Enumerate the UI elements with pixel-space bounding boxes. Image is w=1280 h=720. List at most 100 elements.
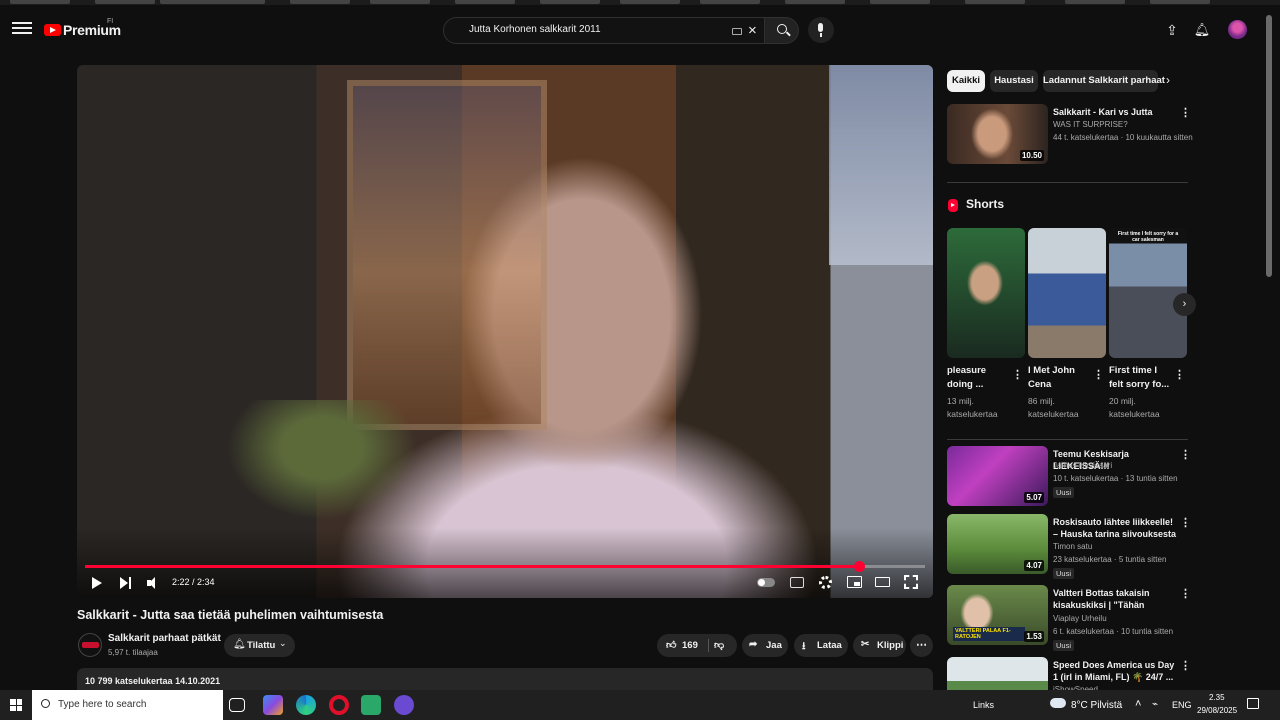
scissors-icon: ✂ xyxy=(861,639,870,650)
short-thumbnail: First time I felt sorry for a car salesm… xyxy=(1109,228,1187,358)
chip-kaikki[interactable]: Kaikki xyxy=(947,70,985,92)
clock-date[interactable]: 29/08/2025 xyxy=(1197,706,1237,715)
opera-browser-icon[interactable] xyxy=(329,695,349,715)
rec-title: Speed Does America us Day 1 (irl in Miam… xyxy=(1053,660,1175,682)
short-caption: First time I felt sorry for a car salesm… xyxy=(1117,231,1179,243)
masthead: Premium FI Jutta Korhonen salkkarit 2011… xyxy=(0,5,1265,55)
chevron-right-icon[interactable]: › xyxy=(1173,293,1196,316)
fullscreen-icon[interactable] xyxy=(904,575,918,589)
progress-bar[interactable] xyxy=(85,561,925,572)
recommended-video[interactable]: 4.07 Roskisauto lähtee liikkeelle! – Hau… xyxy=(947,514,1192,579)
channel-avatar[interactable] xyxy=(78,633,102,657)
more-vert-icon[interactable]: ⋮ xyxy=(1180,516,1191,529)
channel-name[interactable]: Salkkarit parhaat pätkät xyxy=(108,633,221,644)
taskbar-search-input[interactable]: Type here to search xyxy=(32,690,223,720)
rec-meta: 10 t. katselukertaa · 13 tuntia sitten xyxy=(1053,474,1178,483)
more-vert-icon[interactable]: ⋮ xyxy=(1012,368,1023,381)
share-button[interactable]: ➦ Jaa xyxy=(742,634,788,657)
short-title: First time I felt sorry fo... xyxy=(1109,365,1170,390)
widgets-icon[interactable] xyxy=(263,695,283,715)
search-input[interactable]: Jutta Korhonen salkkarit 2011 × xyxy=(443,17,765,44)
clock-time[interactable]: 2.35 xyxy=(1209,693,1225,702)
more-vert-icon[interactable]: ⋮ xyxy=(1180,106,1191,119)
chip-ladannut[interactable]: Ladannut Salkkarit parhaat xyxy=(1043,70,1165,92)
share-label: Jaa xyxy=(766,640,782,651)
rec-meta: 6 t. katselukertaa · 10 tuntia sitten xyxy=(1053,627,1174,636)
menu-icon[interactable] xyxy=(12,19,32,37)
weather-text[interactable]: 8°C Pilvistä xyxy=(1071,700,1122,711)
theater-mode-icon[interactable] xyxy=(875,577,890,587)
language-indicator[interactable]: ENG xyxy=(1172,700,1192,710)
notification-center-icon[interactable] xyxy=(1247,698,1259,709)
subscribed-button[interactable]: 🔔︎ Tilattu ⌄ xyxy=(224,634,295,657)
recommended-video[interactable]: 10.50 Salkkarit - Kari vs Jutta WAS IT S… xyxy=(947,104,1193,166)
scrollbar-thumb[interactable] xyxy=(1266,15,1272,277)
like-dislike-button[interactable]: 👍︎ 169 👎︎ xyxy=(657,634,737,657)
chevron-down-icon: ⌄ xyxy=(279,638,287,648)
thumbs-down-icon[interactable]: 👎︎ xyxy=(714,639,724,651)
page-scrollbar[interactable] xyxy=(1265,5,1273,695)
clip-button[interactable]: ✂ Klippi xyxy=(853,634,906,657)
youtube-play-icon xyxy=(44,24,61,36)
clear-search-icon[interactable]: × xyxy=(748,23,757,38)
short-item[interactable]: pleasure doing ... 13 milj. katselukerta… xyxy=(947,228,1025,423)
play-icon[interactable] xyxy=(92,577,102,589)
settings-gear-icon[interactable] xyxy=(819,576,832,589)
task-view-icon[interactable] xyxy=(229,698,245,712)
short-item[interactable]: First time I felt sorry for a car salesm… xyxy=(1109,228,1187,423)
youtube-premium-logo[interactable]: Premium FI xyxy=(44,18,121,38)
shorts-heading-label: Shorts xyxy=(966,197,1005,211)
duration-badge: 10.50 xyxy=(1019,150,1044,161)
subtitles-icon[interactable] xyxy=(790,577,804,588)
short-item[interactable]: I Met John Cena 86 milj. katselukertaa ⋮ xyxy=(1028,228,1106,423)
video-player[interactable]: 2:22 / 2:34 xyxy=(77,65,933,598)
short-title: I Met John Cena xyxy=(1028,365,1075,390)
recommended-video[interactable]: VALTTERI PALAA F1-RATOJEN 1.53 Valtteri … xyxy=(947,585,1192,651)
autoplay-toggle[interactable] xyxy=(757,578,775,587)
thumbs-up-icon[interactable]: 👍︎ xyxy=(666,639,676,651)
shorts-icon xyxy=(948,199,958,212)
rec-title: Roskisauto lähtee liikkeelle! – Hauska t… xyxy=(1053,517,1177,539)
links-toolbar[interactable]: Links xyxy=(973,700,994,710)
more-vert-icon[interactable]: ⋮ xyxy=(1180,448,1191,461)
thumbnail-caption: VALTTERI PALAA F1-RATOJEN xyxy=(953,627,1025,641)
keyboard-icon[interactable] xyxy=(732,28,742,35)
rec-channel: James Hirvisaari xyxy=(1053,461,1113,470)
short-thumbnail xyxy=(947,228,1025,358)
voice-search-button[interactable] xyxy=(808,17,834,43)
chip-haustasi[interactable]: Haustasi xyxy=(990,70,1038,92)
windows-start-icon[interactable] xyxy=(10,699,22,711)
channel-subscribers: 5,97 t. tilaajaa xyxy=(108,648,158,657)
notifications-bell-icon[interactable]: 🔔︎ xyxy=(1193,21,1211,39)
account-avatar[interactable] xyxy=(1228,20,1247,39)
app-store-icon[interactable] xyxy=(361,695,381,715)
next-icon[interactable] xyxy=(120,577,132,589)
more-vert-icon[interactable]: ⋮ xyxy=(1093,368,1104,381)
more-actions-icon[interactable]: ⋯ xyxy=(910,634,933,657)
recommended-video[interactable]: 5.07 Teemu Keskisarja LIEKEISSÄ!!! James… xyxy=(947,446,1192,508)
video-title: Salkkarit - Jutta saa tietää puhelimen v… xyxy=(77,608,384,622)
rec-channel: Timon satu xyxy=(1053,542,1093,551)
rec-title: Valtteri Bottas takaisin kisakuskiksi | … xyxy=(1053,588,1150,610)
duration-badge: 5.07 xyxy=(1024,492,1044,503)
download-button[interactable]: ⭳ Lataa xyxy=(794,634,848,657)
short-thumbnail xyxy=(1028,228,1106,358)
edge-browser-icon[interactable] xyxy=(296,695,316,715)
more-vert-icon[interactable]: ⋮ xyxy=(1174,368,1185,381)
network-icon[interactable]: ⌁ xyxy=(1152,699,1158,710)
short-views: 13 milj. katselukertaa xyxy=(947,396,998,419)
miniplayer-icon[interactable] xyxy=(847,576,862,588)
windows-taskbar: Type here to search Links 8°C Pilvistä ˄… xyxy=(0,690,1280,720)
chevron-right-icon[interactable]: › xyxy=(1166,73,1170,87)
search-button[interactable] xyxy=(764,17,799,44)
volume-icon[interactable] xyxy=(147,577,161,589)
chevron-up-icon[interactable]: ˄ xyxy=(1135,698,1141,710)
time-display: 2:22 / 2:34 xyxy=(172,577,215,587)
bell-icon: 🔔︎ xyxy=(233,639,246,650)
upload-icon[interactable]: ⇪ xyxy=(1163,21,1181,39)
discord-icon[interactable] xyxy=(394,695,414,715)
like-divider xyxy=(708,639,709,652)
more-vert-icon[interactable]: ⋮ xyxy=(1180,659,1191,672)
more-vert-icon[interactable]: ⋮ xyxy=(1180,587,1191,600)
region-code: FI xyxy=(107,18,114,25)
